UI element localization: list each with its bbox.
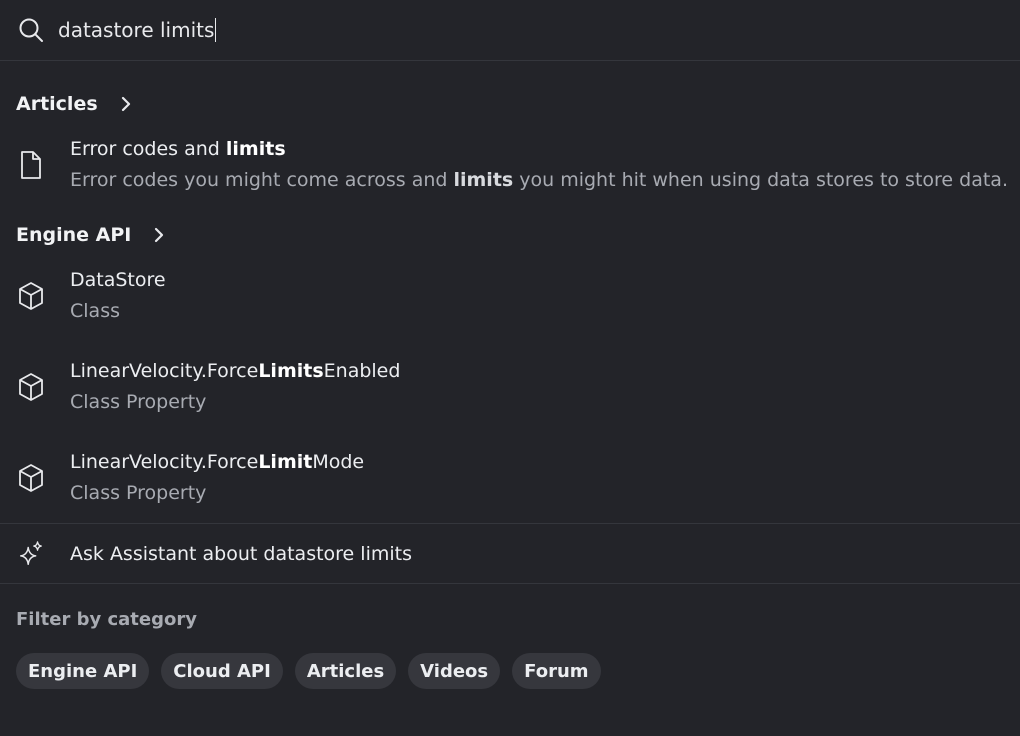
result-title: DataStore	[70, 268, 166, 291]
section-header-engine-api[interactable]: Engine API	[0, 220, 1020, 250]
assistant-label: Ask Assistant about datastore limits	[70, 542, 412, 565]
title-text: Error codes and	[70, 138, 226, 160]
title-text: LinearVelocity.Force	[70, 450, 259, 473]
result-item[interactable]: DataStore Class	[0, 250, 1020, 341]
result-title: LinearVelocity.ForceLimitMode	[70, 447, 364, 477]
section-header-articles[interactable]: Articles	[0, 89, 1020, 119]
chevron-right-icon	[153, 227, 165, 243]
title-highlight: Limits	[258, 359, 324, 382]
result-subtitle: Class Property	[70, 390, 207, 413]
chip-cloud-api[interactable]: Cloud API	[161, 653, 283, 689]
section-label: Articles	[16, 93, 98, 115]
description-text: Error codes you might come across and	[70, 169, 454, 191]
title-text: LinearVelocity.Force	[70, 359, 259, 382]
document-icon	[17, 150, 45, 180]
chip-forum[interactable]: Forum	[512, 653, 601, 689]
text-caret	[215, 18, 217, 42]
chip-articles[interactable]: Articles	[294, 653, 397, 689]
cube-icon	[17, 463, 45, 493]
result-item[interactable]: LinearVelocity.ForceLimitMode Class Prop…	[0, 432, 1020, 523]
chevron-right-icon	[120, 96, 132, 112]
result-title: Error codes and limits	[70, 134, 1008, 164]
cube-icon	[17, 372, 45, 402]
result-description: Error codes you might come across and li…	[70, 164, 1008, 196]
result-subtitle: Class	[70, 299, 120, 322]
sparkle-icon	[17, 539, 45, 569]
cube-icon	[17, 281, 45, 311]
ask-assistant-button[interactable]: Ask Assistant about datastore limits	[0, 523, 1020, 584]
result-subtitle: Class Property	[70, 481, 207, 504]
title-text: Mode	[312, 450, 365, 473]
description-highlight: limits	[453, 169, 514, 191]
result-item[interactable]: LinearVelocity.ForceLimitsEnabled Class …	[0, 341, 1020, 432]
search-bar[interactable]: datastore limits	[0, 0, 1020, 61]
category-chips: Engine API Cloud API Articles Videos For…	[0, 653, 1020, 689]
title-highlight: limits	[225, 138, 286, 160]
search-icon	[18, 17, 44, 43]
chip-engine-api[interactable]: Engine API	[16, 653, 150, 689]
result-item[interactable]: Error codes and limits Error codes you m…	[0, 119, 1020, 211]
search-query: datastore limits	[58, 18, 215, 42]
result-title: LinearVelocity.ForceLimitsEnabled	[70, 356, 400, 386]
filter-title: Filter by category	[16, 608, 197, 630]
section-label: Engine API	[16, 224, 132, 246]
search-input[interactable]: datastore limits	[58, 18, 217, 42]
chip-videos[interactable]: Videos	[408, 653, 501, 689]
description-text: you might hit when using data stores to …	[513, 169, 1008, 191]
title-highlight: Limit	[258, 450, 313, 473]
title-text: Enabled	[323, 359, 401, 382]
